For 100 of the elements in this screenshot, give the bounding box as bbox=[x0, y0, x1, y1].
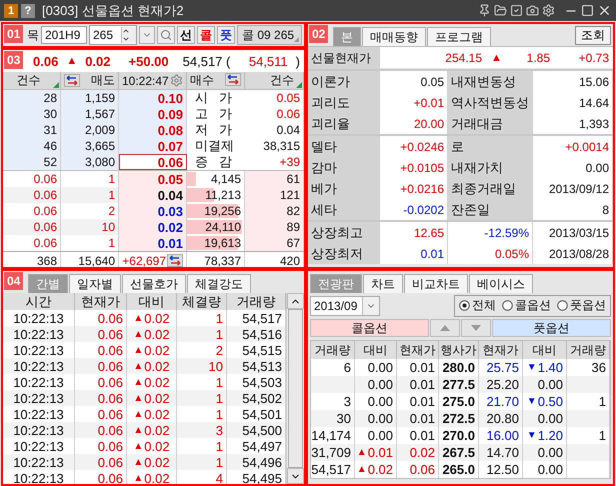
type-button[interactable]: 풋 bbox=[217, 26, 235, 44]
row-label: 이론가 bbox=[308, 71, 380, 92]
tab[interactable]: 체결강도 bbox=[187, 274, 251, 293]
search-icon bbox=[160, 29, 172, 41]
radio-option[interactable]: 풋옵션 bbox=[557, 297, 606, 314]
row-label: 괴리도 bbox=[308, 92, 380, 113]
table-cell: 121 bbox=[245, 187, 304, 203]
table-cell: 54,496 bbox=[227, 454, 286, 470]
row-label: 잔존일 bbox=[448, 199, 533, 220]
camera-icon[interactable] bbox=[526, 4, 539, 17]
scroll-up-button[interactable] bbox=[287, 293, 304, 309]
type-button[interactable]: 선 bbox=[177, 26, 195, 44]
table-cell: 277.5 bbox=[439, 376, 479, 393]
tab[interactable]: 베이시스 bbox=[469, 274, 533, 293]
row-label: 거래대금 bbox=[448, 113, 533, 134]
table-cell: 1,567 bbox=[61, 106, 119, 122]
row-label: 선물현재가 bbox=[308, 47, 380, 69]
table-cell: 61 bbox=[245, 171, 304, 187]
search-button[interactable] bbox=[157, 26, 175, 44]
table-cell: 0.05% bbox=[448, 243, 533, 264]
tab[interactable]: 차트 bbox=[363, 274, 403, 293]
column-header: 거래량 bbox=[311, 341, 355, 359]
row-label: 세타 bbox=[308, 199, 380, 220]
value-text: 4,145 bbox=[210, 172, 241, 186]
arrow-glyph: ▲ bbox=[133, 424, 144, 436]
table-cell: 54,500 bbox=[227, 422, 286, 438]
table-cell bbox=[567, 444, 610, 461]
table-cell: 54,502 bbox=[227, 390, 286, 406]
table-cell: 3,080 bbox=[61, 154, 119, 170]
header-label: 건수 bbox=[270, 72, 294, 89]
value-text: 0.02 bbox=[144, 438, 170, 454]
table-cell: 0.06 bbox=[397, 461, 439, 478]
value-text: 0.02 bbox=[144, 374, 170, 390]
change-cell: 1.85 bbox=[508, 47, 554, 68]
value-text: 0.02 bbox=[144, 390, 170, 406]
folder-icon[interactable] bbox=[494, 4, 507, 17]
table-cell: 20.80 bbox=[479, 410, 523, 427]
tab[interactable]: 비교차트 bbox=[404, 274, 468, 293]
type-button[interactable]: 콜 bbox=[197, 26, 215, 44]
row-label: 델타 bbox=[308, 136, 380, 157]
column-header: 대비 bbox=[127, 293, 177, 310]
table-cell: 6 bbox=[311, 359, 355, 376]
row-label: 최종거래일 bbox=[448, 178, 533, 199]
tab[interactable]: 일자별 bbox=[69, 274, 121, 293]
table-cell: 0.01 bbox=[397, 427, 439, 444]
price-cell: 0.02 bbox=[119, 219, 187, 235]
settings-icon[interactable] bbox=[542, 4, 555, 17]
table-cell: 270.0 bbox=[439, 427, 479, 444]
tab[interactable]: 프로그램 bbox=[427, 27, 491, 46]
checkbox-icon[interactable] bbox=[510, 4, 523, 17]
table-cell: 78,337 bbox=[187, 252, 245, 267]
corner-triangle-icon bbox=[53, 82, 59, 88]
column-header: 거래량 bbox=[567, 341, 610, 359]
stat-value: +39 bbox=[245, 154, 304, 170]
scrollbar-thumb[interactable] bbox=[288, 309, 303, 468]
table-cell: 0.06 bbox=[3, 219, 61, 235]
table-cell: 0.00 bbox=[355, 427, 397, 444]
value-text: 0.02 bbox=[144, 342, 170, 358]
table-cell: 0.06 bbox=[75, 422, 127, 438]
table-cell: 0.00 bbox=[355, 393, 397, 410]
arrow-glyph: ▲ bbox=[133, 376, 144, 388]
radio-option[interactable]: 콜옵션 bbox=[502, 297, 551, 314]
annotation-marker: 01 bbox=[4, 25, 24, 43]
annotation-marker: 03 bbox=[4, 51, 24, 69]
maximize-icon[interactable] bbox=[581, 4, 594, 17]
query-button[interactable]: 조회 bbox=[575, 26, 611, 44]
table-cell: 54,513 bbox=[227, 358, 286, 374]
table-cell: 54,517 bbox=[311, 461, 355, 478]
code-field[interactable]: 201H9 bbox=[41, 26, 87, 44]
annotation-marker: 02 bbox=[309, 25, 328, 43]
price-cell: 0.03 bbox=[119, 203, 187, 219]
month-select[interactable]: 2013/09 bbox=[310, 296, 380, 316]
table-cell: 10:22:13 bbox=[3, 422, 75, 438]
value-text: 19,613 bbox=[204, 236, 241, 250]
table-cell: 21.70 bbox=[479, 393, 523, 410]
pin-icon[interactable] bbox=[478, 4, 491, 17]
down-triangle-icon bbox=[471, 325, 481, 331]
close-icon[interactable] bbox=[597, 3, 612, 18]
arrow-glyph: ▲ bbox=[133, 328, 144, 340]
selection-field[interactable]: 콜 09 265 bbox=[237, 25, 302, 45]
tab[interactable]: 매매동향 bbox=[362, 27, 426, 46]
table-cell: 0.02 bbox=[397, 444, 439, 461]
table-cell: 0.06 bbox=[75, 326, 127, 342]
spin-down-icon[interactable] bbox=[122, 35, 130, 43]
table-cell: 1 bbox=[177, 390, 227, 406]
table-cell: 10:22:13 bbox=[3, 390, 75, 406]
table-cell: 16.00 bbox=[479, 427, 523, 444]
arrow-glyph: ▲ bbox=[133, 456, 144, 468]
spin-up-icon[interactable] bbox=[122, 27, 130, 35]
tab[interactable]: 선물호가 bbox=[122, 274, 186, 293]
table-cell: 30 bbox=[3, 106, 61, 122]
table-cell: 10:22:13 bbox=[3, 326, 75, 342]
radio-option[interactable]: 전체 bbox=[459, 297, 496, 314]
price-cell: 0.06 bbox=[119, 154, 187, 170]
table-cell: 25.20 bbox=[479, 376, 523, 393]
price-cell: 0.09 bbox=[119, 106, 187, 122]
scroll-down-button[interactable] bbox=[287, 468, 304, 484]
arrow-glyph: ▼ bbox=[526, 396, 537, 407]
strike-spinner[interactable]: 265 bbox=[89, 25, 137, 45]
arrow-glyph: ▲ bbox=[133, 312, 144, 324]
